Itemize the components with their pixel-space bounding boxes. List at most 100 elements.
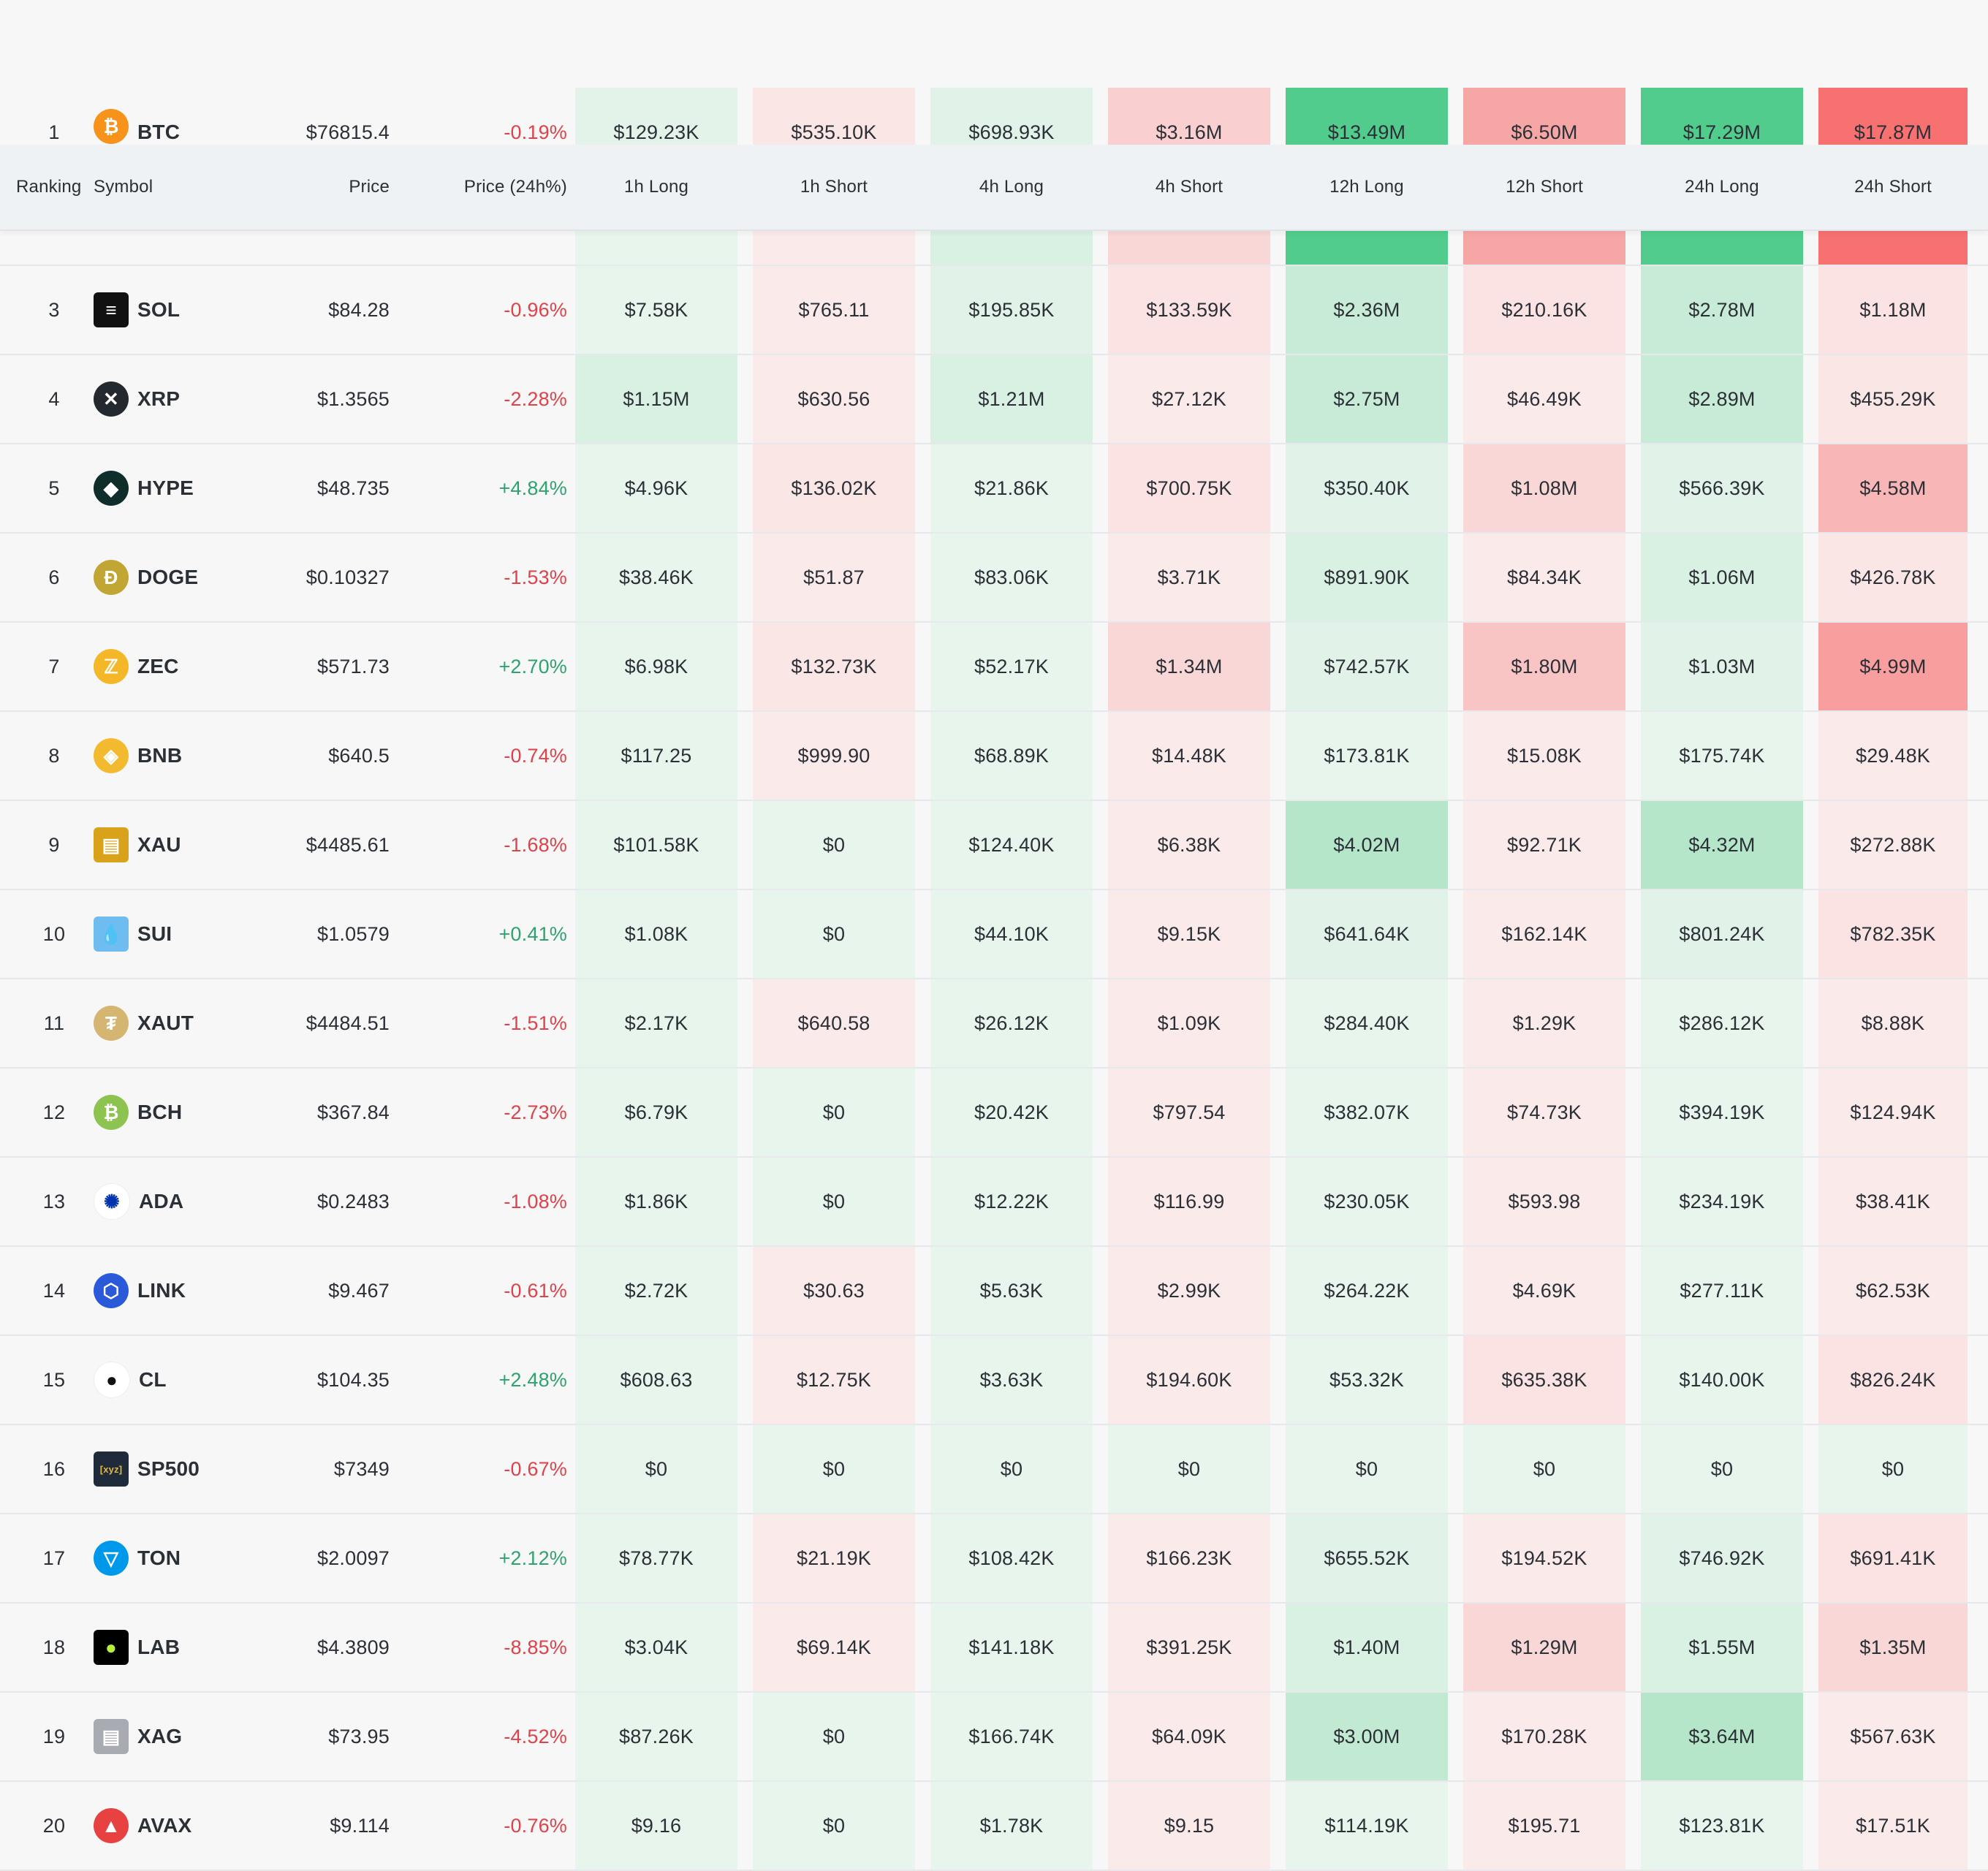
table-row[interactable]: 9 ▤ XAU $4485.61 -1.68% $101.58K $0 $124.40K $6.… bbox=[0, 801, 1988, 890]
price-cell: $1.3565 bbox=[317, 387, 390, 410]
liquidation-12h-long-cell: $284.40K bbox=[1286, 979, 1448, 1067]
table-row[interactable]: 12 ₿ BCH $367.84 -2.73% $6.79K $0 $20.42K $797.5… bbox=[0, 1069, 1988, 1158]
column-header-24h-long[interactable]: 24h Long bbox=[1641, 145, 1803, 229]
rank-cell: 11 bbox=[43, 1012, 65, 1034]
liquidation-1h-short-cell: $30.63 bbox=[753, 1247, 915, 1335]
liquidation-4h-short-cell: $27.12K bbox=[1108, 355, 1270, 443]
table-row[interactable]: 6 Ð DOGE $0.10327 -1.53% $38.46K $51.87 $83.06K… bbox=[0, 534, 1988, 623]
column-header-change[interactable]: Price (24h%) bbox=[409, 145, 567, 229]
table-row[interactable]: 17 ▽ TON $2.0097 +2.12% $78.77K $21.19K $108.42… bbox=[0, 1514, 1988, 1604]
liquidation-4h-short-cell: $194.60K bbox=[1108, 1336, 1270, 1424]
table-row[interactable]: 1 ₿ BTC $76815.4 -0.19% $129.23K $535.10K $698.… bbox=[0, 88, 1988, 145]
column-header-price[interactable]: Price bbox=[219, 145, 390, 229]
liquidation-4h-short-cell: $64.09K bbox=[1108, 1693, 1270, 1780]
column-header-24h-short[interactable]: 24h Short bbox=[1818, 145, 1968, 229]
symbol-label: XAG bbox=[137, 1725, 183, 1747]
column-header-4h-short[interactable]: 4h Short bbox=[1108, 145, 1270, 229]
table-row[interactable]: 8 ◈ BNB $640.5 -0.74% $117.25 $999.90 $68.89K $1… bbox=[0, 712, 1988, 801]
dogecoin-icon: Ð bbox=[94, 560, 129, 595]
liquidation-4h-long-cell: $83.06K bbox=[930, 534, 1093, 621]
liquidation-4h-long-cell: $21.86K bbox=[930, 444, 1093, 532]
liquidation-1h-long-cell: $1.08K bbox=[575, 890, 737, 978]
price-change-cell: -1.53% bbox=[504, 566, 567, 588]
price-change-cell: +2.70% bbox=[498, 655, 567, 678]
price-cell: $76815.4 bbox=[306, 121, 390, 143]
column-header-symbol[interactable]: Symbol bbox=[94, 145, 210, 229]
liquidation-4h-long-cell: $1.78K bbox=[930, 1782, 1093, 1870]
liquidation-1h-short-cell: $136.02K bbox=[753, 444, 915, 532]
silver-icon: ▤ bbox=[94, 1719, 129, 1754]
symbol-label: CL bbox=[139, 1368, 167, 1391]
table-row[interactable]: 3 ≡ SOL $84.28 -0.96% $7.58K $765.11 $195.85K $1… bbox=[0, 266, 1988, 355]
liquidation-1h-long-cell: $3.04K bbox=[575, 1604, 737, 1691]
rank-cell: 19 bbox=[42, 1725, 66, 1747]
liquidation-1h-short-cell: $69.14K bbox=[753, 1604, 915, 1691]
solana-icon: ≡ bbox=[94, 292, 129, 327]
liquidation-12h-long-cell: $3.00M bbox=[1286, 1693, 1448, 1780]
liquidation-12h-long-cell: $382.07K bbox=[1286, 1069, 1448, 1156]
liquidation-24h-long-cell: $234.19K bbox=[1641, 1158, 1803, 1245]
liquidation-1h-long-cell: $7.58K bbox=[575, 266, 737, 354]
xyz-icon: [xyz] bbox=[94, 1451, 129, 1487]
liquidation-12h-long-cell: $264.22K bbox=[1286, 1247, 1448, 1335]
row2-stripe bbox=[930, 231, 1093, 265]
table-row[interactable]: 10 💧 SUI $1.0579 +0.41% $1.08K $0 $44.10K $9.15K… bbox=[0, 890, 1988, 979]
liquidation-12h-short-cell: $195.71 bbox=[1463, 1782, 1625, 1870]
table-row[interactable]: 14 ⬡ LINK $9.467 -0.61% $2.72K $30.63 $5.63K $2.… bbox=[0, 1247, 1988, 1336]
table-row[interactable]: 18 ● LAB $4.3809 -8.85% $3.04K $69.14K $141.18K… bbox=[0, 1604, 1988, 1693]
liquidation-4h-long-cell: $141.18K bbox=[930, 1604, 1093, 1691]
liquidation-1h-long-cell: $38.46K bbox=[575, 534, 737, 621]
liquidation-4h-short-cell: $1.34M bbox=[1108, 623, 1270, 710]
price-change-cell: -0.67% bbox=[504, 1457, 567, 1480]
liquidation-24h-long-cell: $4.32M bbox=[1641, 801, 1803, 889]
column-header-12h-long[interactable]: 12h Long bbox=[1286, 145, 1448, 229]
column-header-12h-short[interactable]: 12h Short bbox=[1463, 145, 1625, 229]
liquidation-12h-long-cell: $641.64K bbox=[1286, 890, 1448, 978]
table-row[interactable]: 5 ◆ HYPE $48.735 +4.84% $4.96K $136.02K $21.86K… bbox=[0, 444, 1988, 534]
liquidation-12h-long-cell: $13.49M bbox=[1286, 88, 1448, 145]
symbol-label: TON bbox=[137, 1546, 181, 1569]
liquidation-12h-long-cell: $0 bbox=[1286, 1425, 1448, 1513]
liquidation-4h-long-cell: $68.89K bbox=[930, 712, 1093, 800]
column-header-4h-long[interactable]: 4h Long bbox=[930, 145, 1093, 229]
table-row[interactable]: 13 ✺ ADA $0.2483 -1.08% $1.86K $0 $12.22K $116.9… bbox=[0, 1158, 1988, 1247]
table-header: Ranking Symbol Price Price (24h%) 1h Lon… bbox=[0, 145, 1988, 231]
table-row[interactable]: 20 ▲ AVAX $9.114 -0.76% $9.16 $0 $1.78K $9.15 $11… bbox=[0, 1782, 1988, 1871]
price-cell: $4484.51 bbox=[306, 1012, 390, 1034]
table-row[interactable]: 16 [xyz] SP500 $7349 -0.67% $0 $0 $0 $0 $0 $0 $0 $0 bbox=[0, 1425, 1988, 1514]
price-cell: $1.0579 bbox=[317, 922, 390, 945]
liquidation-12h-short-cell: $92.71K bbox=[1463, 801, 1625, 889]
liquidation-4h-short-cell: $2.99K bbox=[1108, 1247, 1270, 1335]
price-cell: $2.0097 bbox=[317, 1546, 390, 1569]
column-header-ranking[interactable]: Ranking bbox=[16, 145, 96, 229]
price-change-cell: +2.12% bbox=[498, 1546, 567, 1569]
table-row[interactable]: 4 ✕ XRP $1.3565 -2.28% $1.15M $630.56 $1.21M $27… bbox=[0, 355, 1988, 444]
price-cell: $571.73 bbox=[317, 655, 390, 678]
price-cell: $0.10327 bbox=[306, 566, 390, 588]
column-header-1h-long[interactable]: 1h Long bbox=[575, 145, 737, 229]
rank-cell: 14 bbox=[42, 1279, 66, 1302]
liquidation-4h-long-cell: $3.63K bbox=[930, 1336, 1093, 1424]
liquidation-4h-long-cell: $698.93K bbox=[930, 88, 1093, 145]
zcash-icon: ℤ bbox=[94, 649, 129, 684]
table-row[interactable]: 11 ₮ XAUT $4484.51 -1.51% $2.17K $640.58 $26.12… bbox=[0, 979, 1988, 1069]
symbol-label: LINK bbox=[137, 1279, 186, 1302]
table-row[interactable]: 7 ℤ ZEC $571.73 +2.70% $6.98K $132.73K $52.17K $… bbox=[0, 623, 1988, 712]
price-change-cell: -0.96% bbox=[504, 298, 567, 321]
liquidation-24h-short-cell: $17.51K bbox=[1818, 1782, 1968, 1870]
liquidation-12h-short-cell: $0 bbox=[1463, 1425, 1625, 1513]
liquidation-24h-short-cell: $826.24K bbox=[1818, 1336, 1968, 1424]
liquidation-4h-short-cell: $700.75K bbox=[1108, 444, 1270, 532]
liquidation-24h-short-cell: $124.94K bbox=[1818, 1069, 1968, 1156]
price-change-cell: -2.28% bbox=[504, 387, 567, 410]
column-header-1h-short[interactable]: 1h Short bbox=[753, 145, 915, 229]
liquidation-1h-long-cell: $4.96K bbox=[575, 444, 737, 532]
table-row[interactable]: 15 ● CL $104.35 +2.48% $608.63 $12.75K $3.63K $1… bbox=[0, 1336, 1988, 1425]
liquidation-24h-short-cell: $426.78K bbox=[1818, 534, 1968, 621]
rank-cell: 3 bbox=[48, 298, 60, 321]
table-row[interactable]: 19 ▤ XAG $73.95 -4.52% $87.26K $0 $166.74K $64.0… bbox=[0, 1693, 1988, 1782]
bitcoin-icon: ₿ bbox=[94, 109, 129, 144]
liquidation-12h-short-cell: $1.29K bbox=[1463, 979, 1625, 1067]
tether-gold-icon: ₮ bbox=[94, 1006, 129, 1041]
lab-icon: ● bbox=[94, 1630, 129, 1665]
